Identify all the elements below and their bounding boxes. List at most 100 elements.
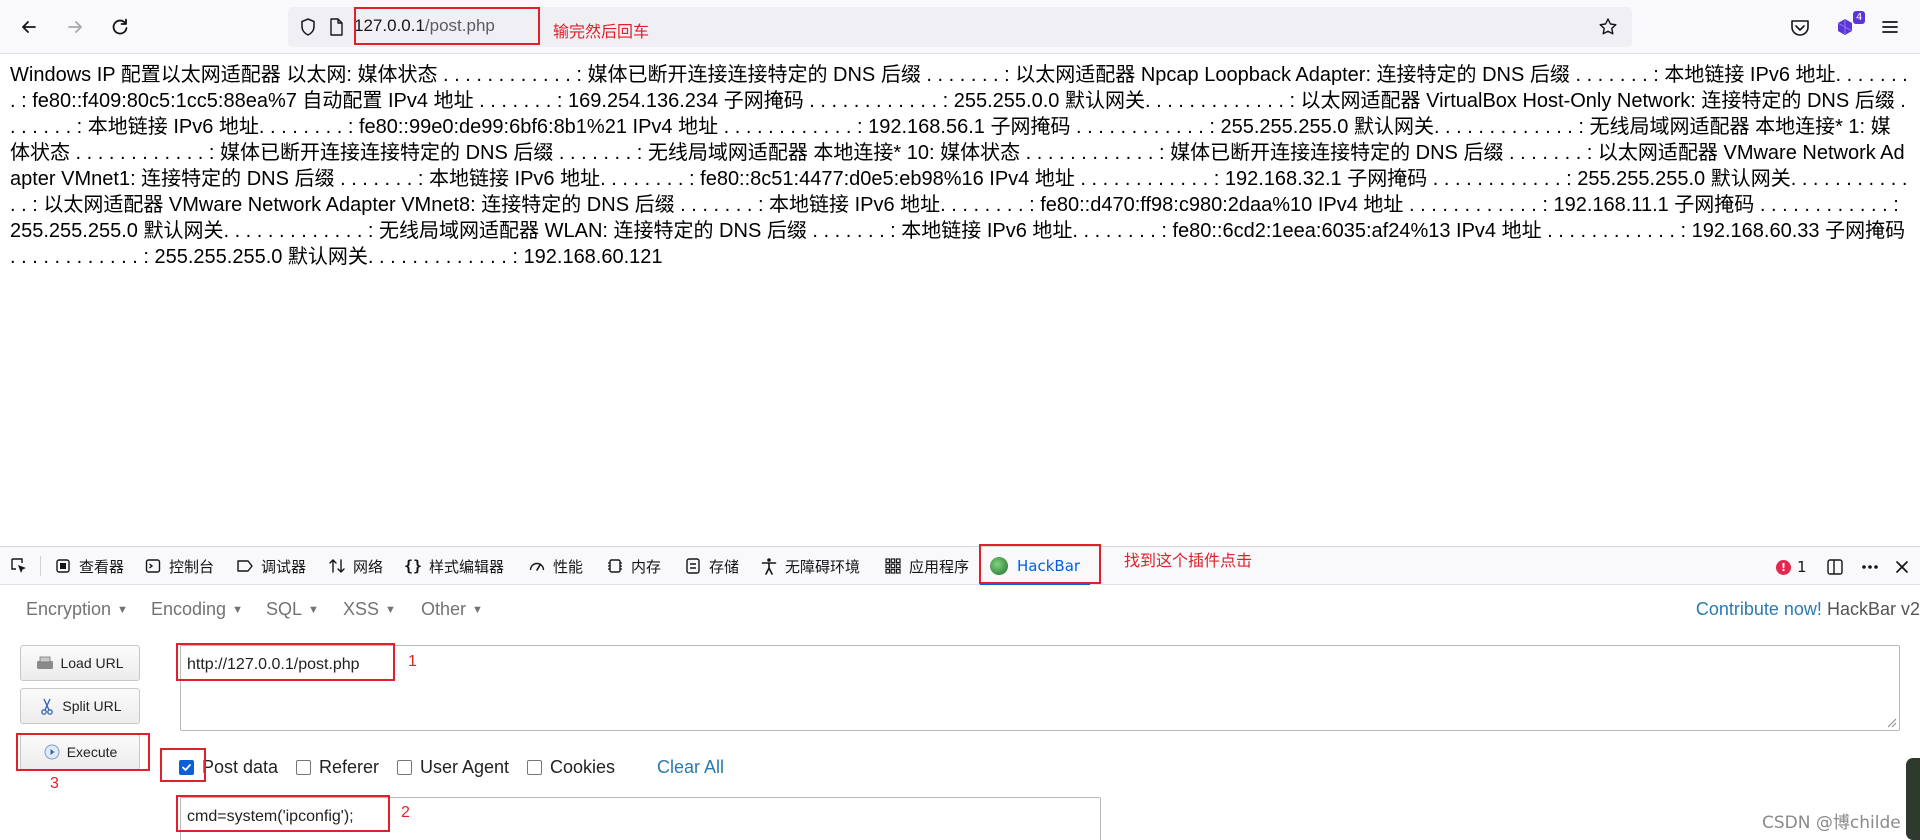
tab-label: 查看器: [79, 557, 125, 576]
menu-label: XSS: [343, 599, 380, 619]
reload-icon: [112, 18, 128, 35]
tab-label: 控制台: [169, 557, 215, 576]
hamburger-menu-icon: [1882, 21, 1898, 33]
back-button[interactable]: [12, 10, 46, 44]
button-label: Split URL: [62, 698, 122, 714]
menu-label: Encryption: [26, 599, 112, 619]
checkbox-empty-icon: [527, 760, 542, 775]
tab-storage[interactable]: 存储: [684, 547, 739, 585]
tab-divider: [40, 556, 41, 576]
checkbox-empty-icon: [296, 760, 311, 775]
tab-label: 性能: [553, 557, 584, 576]
performance-icon: [528, 557, 546, 575]
extension-badge: 4: [1853, 11, 1866, 24]
accessibility-icon: [760, 557, 778, 575]
menu-sql[interactable]: SQL ▼: [266, 599, 319, 620]
tab-annotation: 找到这个插件点击: [1124, 551, 1253, 570]
contribute-link[interactable]: Contribute now!: [1696, 599, 1822, 619]
user-agent-checkbox[interactable]: User Agent: [397, 757, 509, 778]
post-value-highlight-box: [176, 795, 390, 832]
dock-icon: [1827, 559, 1843, 575]
clear-all-link[interactable]: Clear All: [657, 757, 724, 778]
load-url-button[interactable]: Load URL: [20, 645, 140, 681]
devtools-tab-bar: 查看器 控制台 调试器 网络 {} 样式编辑器 性能 内存 存储 无障碍环境 应…: [0, 547, 1920, 585]
style-editor-icon: {}: [403, 557, 423, 575]
checkbox-label: Cookies: [550, 757, 616, 777]
referer-checkbox[interactable]: Referer: [296, 757, 379, 778]
menu-button[interactable]: [1876, 13, 1904, 41]
checkbox-label: Referer: [319, 757, 380, 777]
tab-performance[interactable]: 性能: [528, 547, 583, 585]
menu-label: SQL: [266, 599, 303, 619]
url-annotation: 输完然后回车: [553, 22, 650, 41]
tab-label: 无障碍环境: [785, 557, 861, 576]
hackbar-menu-bar: Encryption ▼ Encoding ▼ SQL ▼ XSS ▼ Other ▼ C…: [0, 585, 1920, 633]
pocket-button[interactable]: [1786, 13, 1814, 41]
dock-toggle-button[interactable]: [1826, 557, 1844, 577]
resize-grip-icon[interactable]: [1885, 716, 1897, 728]
menu-encoding[interactable]: Encoding ▼: [151, 599, 243, 620]
tab-inspector[interactable]: 查看器: [54, 547, 124, 585]
star-icon[interactable]: [1598, 17, 1618, 37]
application-icon: [884, 557, 902, 575]
tab-application[interactable]: 应用程序: [884, 547, 969, 585]
menu-xss[interactable]: XSS ▼: [343, 599, 396, 620]
side-scroll-widget[interactable]: [1906, 758, 1920, 840]
checkbox-empty-icon: [397, 760, 412, 775]
tab-label: 样式编辑器: [429, 557, 505, 576]
error-icon: !: [1776, 559, 1791, 575]
tab-network[interactable]: 网络: [328, 547, 383, 585]
scissors-icon: [38, 697, 56, 715]
cookies-checkbox[interactable]: Cookies: [527, 757, 615, 778]
menu-encryption[interactable]: Encryption ▼: [26, 599, 128, 620]
menu-label: Encoding: [151, 599, 227, 619]
reload-button[interactable]: [103, 10, 137, 44]
split-url-button[interactable]: Split URL: [20, 688, 140, 724]
tab-accessibility[interactable]: 无障碍环境: [760, 547, 860, 585]
debugger-icon: [236, 557, 254, 575]
hackbar-version: HackBar v2: [1826, 599, 1920, 619]
devtools-close-button[interactable]: [1894, 557, 1910, 577]
element-picker-button[interactable]: [10, 547, 35, 585]
devtools-panel: 查看器 控制台 调试器 网络 {} 样式编辑器 性能 内存 存储 无障碍环境 应…: [0, 544, 1920, 840]
console-icon: [144, 557, 162, 575]
hackbar-tab-highlight-box: [979, 544, 1101, 584]
error-indicator[interactable]: ! 1: [1776, 557, 1807, 577]
error-count: 1: [1797, 558, 1807, 576]
arrow-left-icon: [22, 21, 36, 33]
step-label-3: 3: [50, 775, 59, 792]
tab-label: 网络: [353, 557, 384, 576]
menu-label: Other: [421, 599, 467, 619]
menu-other[interactable]: Other ▼: [421, 599, 483, 620]
browser-toolbar: 127.0.0.1/post.php 输完然后回车 4: [0, 0, 1920, 54]
watermark: CSDN @博childe: [1762, 813, 1901, 833]
pocket-icon: [1791, 20, 1809, 36]
url-highlight-box: [354, 7, 540, 45]
url-value-highlight-box: [176, 643, 395, 681]
load-url-icon: [36, 654, 54, 672]
url-textarea[interactable]: http://127.0.0.1/post.php: [180, 645, 1900, 731]
page-icon[interactable]: [326, 17, 346, 37]
caret-down-icon: ▼: [308, 604, 319, 616]
forward-button[interactable]: [58, 10, 92, 44]
checkbox-label: User Agent: [420, 757, 510, 777]
tab-label: 调试器: [261, 557, 307, 576]
caret-down-icon: ▼: [117, 604, 128, 616]
memory-icon: [606, 557, 624, 575]
tab-style-editor[interactable]: {} 样式编辑器: [404, 547, 504, 585]
tab-label: 内存: [631, 557, 662, 576]
devtools-options-button[interactable]: [1860, 557, 1880, 577]
tab-debugger[interactable]: 调试器: [236, 547, 306, 585]
close-icon: [1896, 561, 1908, 573]
tab-label: 存储: [709, 557, 740, 576]
arrow-right-icon: [68, 21, 82, 33]
tab-memory[interactable]: 内存: [606, 547, 661, 585]
checkbox-label: Post data: [202, 757, 279, 777]
inspector-icon: [54, 557, 72, 575]
post-data-highlight-box: [160, 748, 206, 782]
tab-label: 应用程序: [909, 557, 970, 576]
tab-console[interactable]: 控制台: [144, 547, 214, 585]
caret-down-icon: ▼: [232, 604, 243, 616]
more-options-icon: [1862, 565, 1878, 569]
shield-icon[interactable]: [298, 17, 318, 37]
